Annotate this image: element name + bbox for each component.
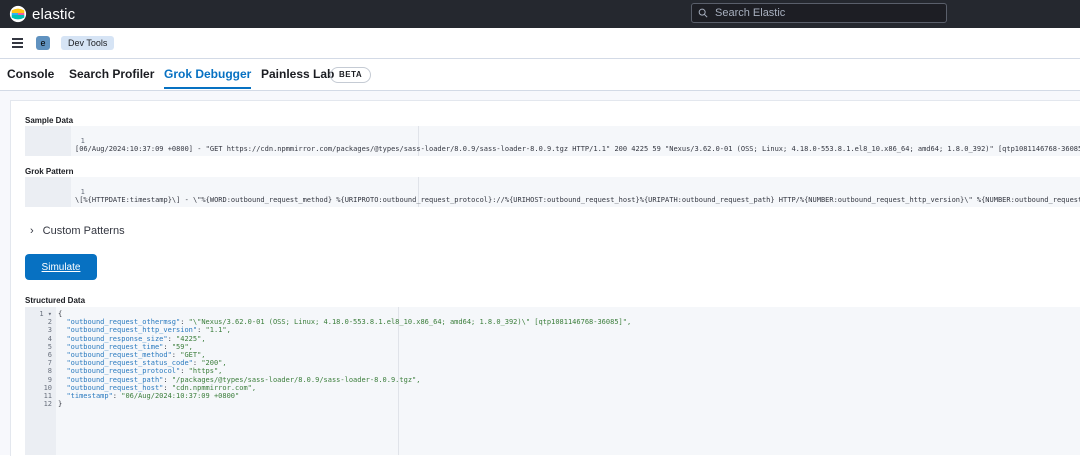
custom-patterns-toggle[interactable]: › Custom Patterns — [30, 225, 125, 237]
elastic-logo-icon — [9, 5, 27, 23]
menu-toggle-icon[interactable] — [12, 38, 23, 48]
json-value: "59", — [171, 342, 193, 351]
line-number: 1 — [80, 137, 85, 145]
line-number: 5 — [47, 342, 52, 351]
json-key: "outbound_request_status_code" — [66, 359, 193, 368]
tab-painless-lab[interactable]: Painless Lab — [261, 59, 334, 89]
line-code: "outbound_request_method": "GET", — [66, 351, 206, 359]
tab-search-profiler[interactable]: Search Profiler — [69, 59, 154, 89]
editor-line: 1 \[%{HTTPDATE:timestamp}\] - \"%{WORD:o… — [25, 180, 1080, 204]
search-input[interactable] — [713, 6, 937, 20]
search-icon — [698, 8, 708, 18]
json-value: "1.1", — [205, 326, 231, 335]
line-code: "outbound_request_status_code": "200", — [66, 359, 227, 368]
dev-tools-tabs: Console Search Profiler Grok Debugger Pa… — [0, 59, 1080, 91]
line-number: 1 ▾ — [39, 310, 52, 318]
json-value: "\"Nexus/3.62.0-01 (OSS; Linux; 4.18.0-5… — [188, 318, 632, 327]
sample-data-label: Sample Data — [25, 116, 74, 125]
json-value: "06/Aug/2024:10:37:09 +0800" — [121, 392, 240, 400]
json-key: "outbound_request_http_version" — [66, 326, 198, 335]
line-number: 7 — [47, 359, 52, 368]
custom-patterns-label: Custom Patterns — [42, 225, 125, 237]
simulate-button[interactable]: Simulate — [25, 254, 97, 280]
tab-grok-debugger[interactable]: Grok Debugger — [164, 59, 252, 89]
line-code: } — [58, 400, 63, 409]
line-number: 2 — [47, 318, 52, 327]
line-code: "outbound_response_size": "4225", — [66, 334, 206, 343]
structured-data-editor[interactable]: 1 ▾ {2 "outbound_request_othermsg": "\"Ne… — [25, 307, 1080, 455]
line-number: 6 — [47, 351, 52, 359]
json-value: "/packages/@types/sass-loader/8.0.9/sass… — [171, 375, 421, 384]
json-key: "outbound_response_size" — [66, 334, 168, 343]
json-value: "cdn.npmmirror.com", — [171, 383, 257, 392]
json-value: "4225", — [176, 334, 206, 343]
line-code: "outbound_request_host": "cdn.npmmirror.… — [66, 383, 257, 392]
line-code: { — [58, 310, 63, 318]
grok-pattern-label: Grok Pattern — [25, 167, 74, 176]
line-number: 10 — [43, 383, 52, 392]
space-avatar[interactable]: e — [36, 36, 50, 50]
line-code: "outbound_request_protocol": "https", — [66, 367, 223, 376]
line-number: 9 — [47, 375, 52, 384]
line-code: [06/Aug/2024:10:37:09 +0800] - "GET http… — [75, 145, 1080, 153]
line-number: 12 — [43, 400, 52, 409]
json-key: "outbound_request_method" — [66, 351, 172, 359]
sample-data-editor[interactable]: 1 [06/Aug/2024:10:37:09 +0800] - "GET ht… — [25, 126, 1080, 156]
editor-line: 1 [06/Aug/2024:10:37:09 +0800] - "GET ht… — [25, 129, 1080, 153]
line-number: 11 — [43, 392, 52, 400]
line-number: 1 — [80, 188, 85, 196]
line-code: "timestamp": "06/Aug/2024:10:37:09 +0800… — [66, 392, 240, 400]
global-search[interactable] — [691, 3, 947, 23]
json-value: "200", — [201, 359, 227, 368]
breadcrumb-dev-tools[interactable]: Dev Tools — [61, 36, 115, 50]
beta-badge: BETA — [330, 67, 372, 83]
json-key: "outbound_request_path" — [66, 375, 164, 384]
line-number: 3 — [47, 326, 52, 335]
json-value: "https", — [188, 367, 223, 376]
chevron-right-icon: › — [30, 225, 34, 237]
json-value: "GET", — [180, 351, 206, 359]
line-number: 8 — [47, 367, 52, 376]
json-key: "timestamp" — [66, 392, 113, 400]
line-code: \[%{HTTPDATE:timestamp}\] - \"%{WORD:out… — [75, 196, 1080, 204]
json-key: "outbound_request_protocol" — [66, 367, 181, 376]
elastic-logo[interactable]: elastic — [9, 4, 75, 24]
top-header-bar: elastic — [0, 0, 1080, 28]
grok-pattern-editor[interactable]: 1 \[%{HTTPDATE:timestamp}\] - \"%{WORD:o… — [25, 177, 1080, 207]
app-name: elastic — [32, 5, 76, 23]
line-number: 4 — [47, 334, 52, 343]
structured-data-label: Structured Data — [25, 296, 86, 305]
line-code: "outbound_request_http_version": "1.1", — [66, 326, 231, 335]
tab-console[interactable]: Console — [7, 59, 54, 89]
line-code: "outbound_request_path": "/packages/@typ… — [66, 375, 421, 384]
json-key: "outbound_request_othermsg" — [66, 318, 181, 327]
json-key: "outbound_request_host" — [66, 383, 164, 392]
line-code: "outbound_request_othermsg": "\"Nexus/3.… — [66, 318, 632, 327]
line-code: "outbound_request_time": "59", — [66, 342, 193, 351]
breadcrumb-bar: e Dev Tools — [0, 28, 1080, 59]
json-key: "outbound_request_time" — [66, 342, 164, 351]
